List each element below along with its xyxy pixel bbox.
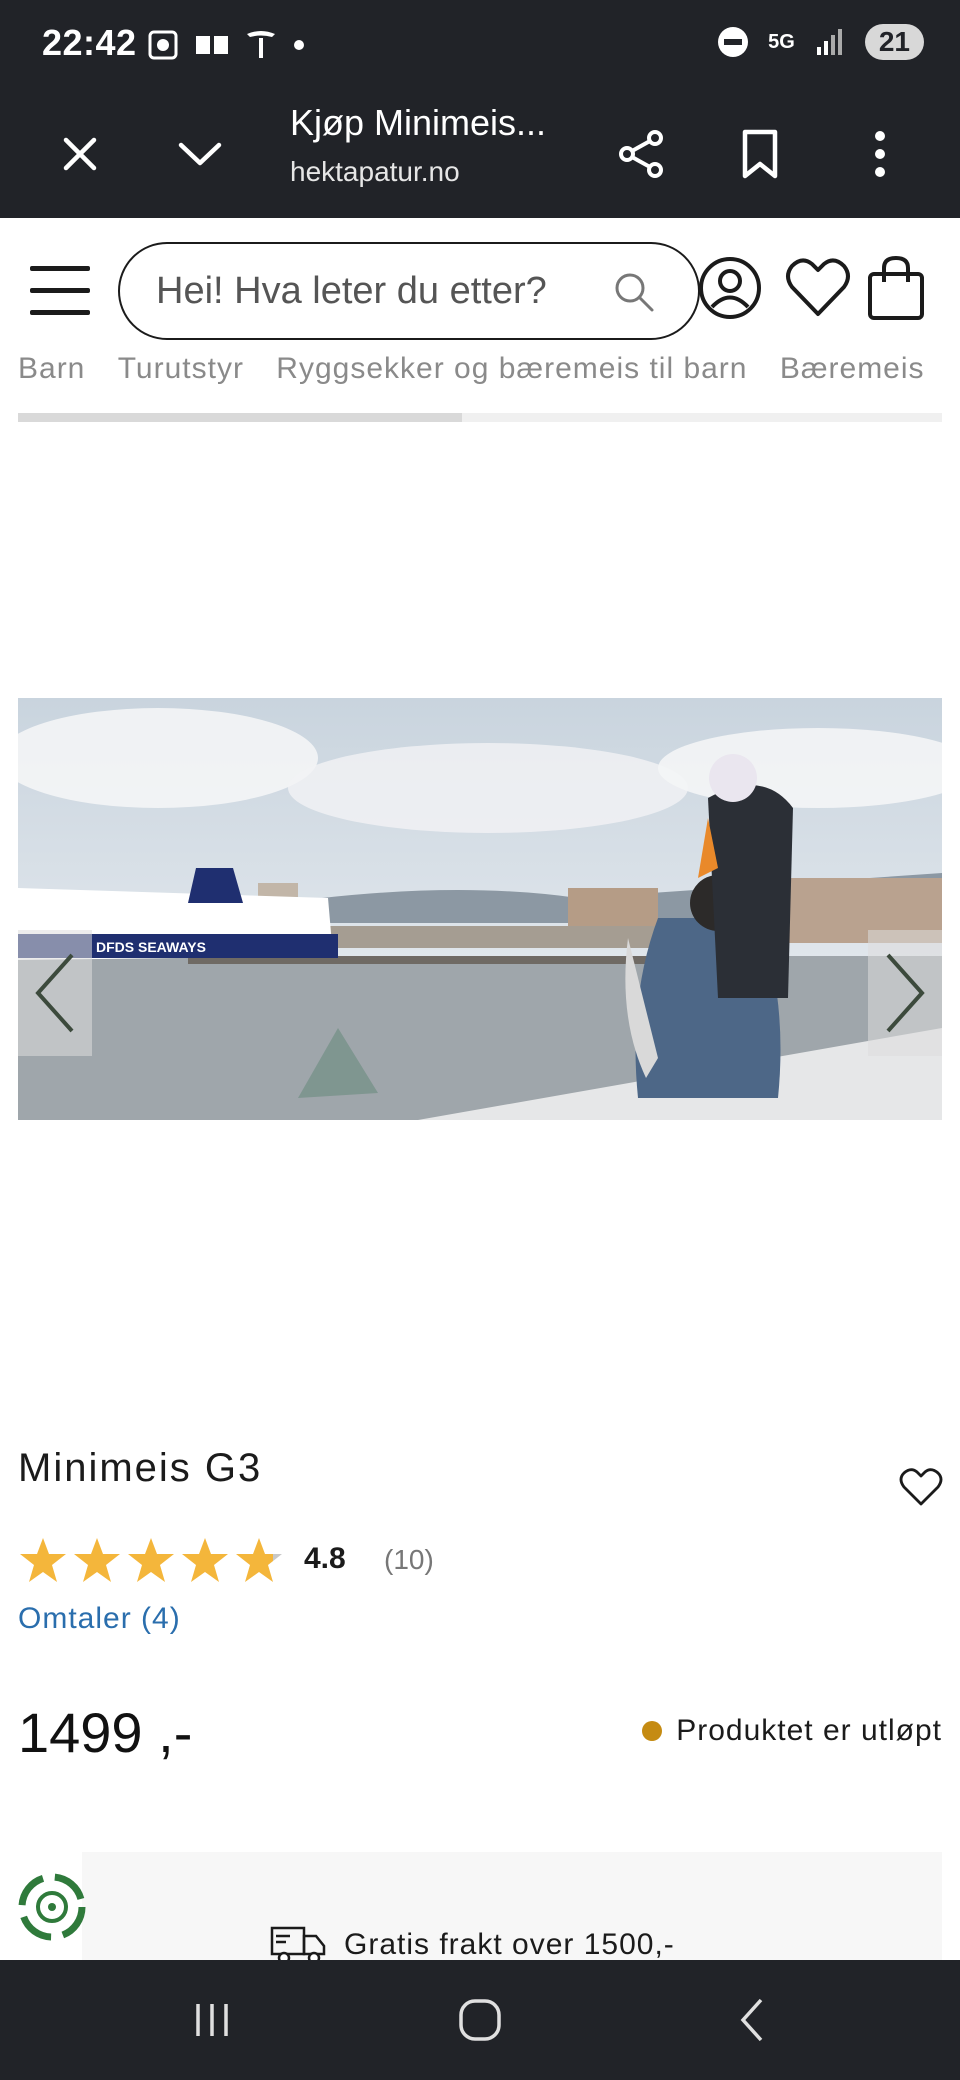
star-icon (74, 1538, 120, 1582)
rating-value: 4.8 (304, 1542, 346, 1575)
heart-icon[interactable] (782, 252, 854, 324)
star-icon (182, 1538, 228, 1582)
status-dot (642, 1721, 663, 1741)
star-icon (128, 1538, 174, 1582)
cards-icon (196, 36, 228, 54)
rating-stars (18, 1536, 284, 1584)
availability-status: Produktet er utløpt (642, 1714, 942, 1748)
heart-icon (899, 1468, 943, 1506)
home-icon (459, 1999, 501, 2041)
chevron-left-icon (35, 953, 74, 1033)
carousel-prev-button[interactable] (18, 930, 92, 1056)
do-not-disturb-icon (718, 27, 749, 57)
product-image: DFDS SEAWAYS (18, 698, 942, 1120)
reviews-link[interactable]: Omtaler (4) (18, 1602, 181, 1636)
breadcrumb-item[interactable]: Turutstyr (118, 352, 244, 385)
notification-icons (146, 28, 306, 62)
add-to-wishlist-button[interactable] (898, 1464, 944, 1510)
more-options-button[interactable] (840, 114, 920, 194)
chevron-right-icon (886, 953, 925, 1033)
share-button[interactable] (601, 114, 681, 194)
battery-indicator: 21 (864, 24, 924, 60)
breadcrumb: Barn Turutstyr Ryggsekker og bæremeis ti… (18, 352, 960, 388)
shipping-text: Gratis frakt over 1500,- (344, 1928, 675, 1961)
breadcrumb-item[interactable]: Barn (18, 352, 85, 385)
hamburger-icon (30, 266, 90, 271)
star-icon (236, 1538, 282, 1582)
system-icons: 5G 21 (716, 24, 924, 60)
product-image-carousel[interactable]: DFDS SEAWAYS (18, 698, 942, 1120)
back-button[interactable] (712, 1990, 792, 2050)
breadcrumb-item[interactable]: Bæremeis (780, 352, 925, 385)
search-bar[interactable] (118, 242, 700, 340)
breadcrumb-scrollbar[interactable] (18, 413, 942, 422)
dot-icon (294, 40, 304, 50)
system-status-bar: 22:42 5G 21 (0, 0, 960, 90)
eco-recycle-icon (18, 1873, 86, 1941)
page-url[interactable]: hektapatur.no (290, 156, 460, 188)
close-icon (63, 137, 97, 171)
close-tab-button[interactable] (40, 114, 120, 194)
breadcrumb-item[interactable]: Ryggsekker og bæremeis til barn (276, 352, 747, 385)
signal-icon (816, 29, 842, 55)
tesla-icon (247, 31, 275, 58)
bookmark-button[interactable] (720, 114, 800, 194)
carousel-next-button[interactable] (868, 930, 942, 1056)
clock: 22:42 (42, 22, 137, 63)
recent-apps-icon (196, 2004, 228, 2036)
hamburger-menu-button[interactable] (30, 264, 94, 316)
page-title[interactable]: Kjøp Minimeis... (290, 102, 546, 144)
product-price: 1499 ,- (18, 1701, 193, 1764)
recent-apps-button[interactable] (172, 1990, 252, 2050)
system-navigation-bar (0, 1960, 960, 2080)
back-icon (740, 1998, 763, 2042)
search-input[interactable] (156, 266, 596, 316)
product-title: Minimeis G3 (18, 1446, 263, 1490)
site-header (0, 218, 960, 358)
user-icon[interactable] (694, 252, 766, 324)
share-icon (619, 130, 663, 178)
eco-badge[interactable] (0, 1852, 104, 1962)
chevron-down-icon (178, 142, 222, 166)
expand-button[interactable] (160, 114, 240, 194)
more-vertical-icon (875, 131, 885, 177)
search-icon[interactable] (612, 270, 656, 314)
star-icon (20, 1538, 66, 1582)
breadcrumb-scroll-thumb[interactable] (18, 413, 462, 422)
ship-label: DFDS SEAWAYS (96, 939, 206, 955)
network-type: 5G (768, 30, 795, 53)
shopping-bag-icon[interactable] (860, 252, 932, 324)
bookmark-icon (742, 129, 778, 179)
rating-count: (10) (384, 1544, 434, 1575)
availability-text: Produktet er utløpt (676, 1714, 942, 1747)
home-button[interactable] (440, 1990, 520, 2050)
screenshot-icon (148, 30, 178, 60)
browser-toolbar: Kjøp Minimeis... hektapatur.no (0, 90, 960, 218)
